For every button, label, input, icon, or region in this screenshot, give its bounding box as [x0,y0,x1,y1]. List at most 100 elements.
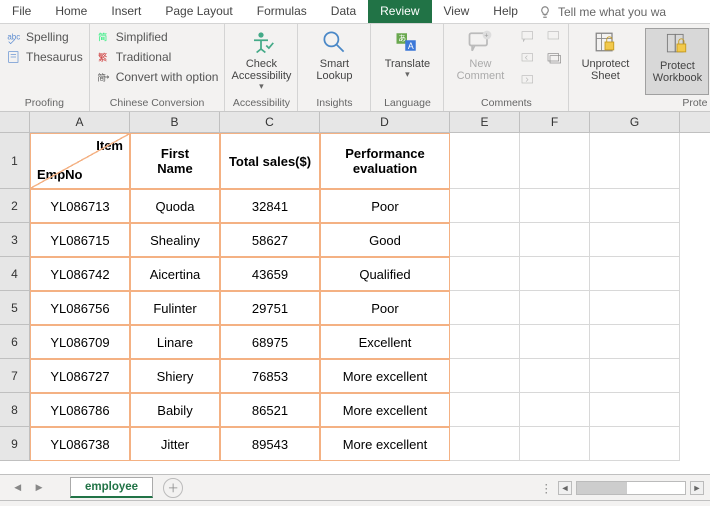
cell-f9[interactable] [520,427,590,461]
col-header-a[interactable]: A [30,112,130,132]
cell-a6[interactable]: YL086709 [30,325,130,359]
tab-split-handle[interactable]: ⋮ [541,481,553,495]
cell-g2[interactable] [590,189,680,223]
cell-e3[interactable] [450,223,520,257]
col-header-d[interactable]: D [320,112,450,132]
cell-d4[interactable]: Qualified [320,257,450,291]
row-header-4[interactable]: 4 [0,257,30,291]
row-header-7[interactable]: 7 [0,359,30,393]
col-header-c[interactable]: C [220,112,320,132]
cell-f6[interactable] [520,325,590,359]
cell-f8[interactable] [520,393,590,427]
cell-a8[interactable]: YL086786 [30,393,130,427]
scroll-thumb[interactable] [577,482,627,494]
row-header-9[interactable]: 9 [0,427,30,461]
col-header-f[interactable]: F [520,112,590,132]
cell-f2[interactable] [520,189,590,223]
menu-data[interactable]: Data [319,0,368,23]
comment-show-2[interactable] [546,50,562,68]
cell-d5[interactable]: Poor [320,291,450,325]
cell-g5[interactable] [590,291,680,325]
row-header-2[interactable]: 2 [0,189,30,223]
cell-b5[interactable]: Fulinter [130,291,220,325]
cell-d1[interactable]: Performance evaluation [320,133,450,189]
smart-lookup-button[interactable]: Smart Lookup [304,28,364,95]
cell-f3[interactable] [520,223,590,257]
scroll-left-icon[interactable]: ◄ [558,481,572,495]
cell-e2[interactable] [450,189,520,223]
cell-f5[interactable] [520,291,590,325]
cell-b3[interactable]: Shealiny [130,223,220,257]
translate-button[interactable]: あA Translate ▾ [377,28,437,95]
cell-a2[interactable]: YL086713 [30,189,130,223]
cell-b9[interactable]: Jitter [130,427,220,461]
cell-c4[interactable]: 43659 [220,257,320,291]
protect-workbook-button[interactable]: Protect Workbook [645,28,709,95]
cell-e9[interactable] [450,427,520,461]
cell-c9[interactable]: 89543 [220,427,320,461]
cell-e6[interactable] [450,325,520,359]
horizontal-scrollbar[interactable]: ◄ ► [558,481,710,495]
convert-option-button[interactable]: 简Convert with option [96,68,219,86]
cell-e1[interactable] [450,133,520,189]
row-header-3[interactable]: 3 [0,223,30,257]
simplified-button[interactable]: 简Simplified [96,28,219,46]
col-header-b[interactable]: B [130,112,220,132]
row-header-5[interactable]: 5 [0,291,30,325]
traditional-button[interactable]: 繁Traditional [96,48,219,66]
row-header-6[interactable]: 6 [0,325,30,359]
cell-a7[interactable]: YL086727 [30,359,130,393]
cell-d9[interactable]: More excellent [320,427,450,461]
menu-view[interactable]: View [432,0,482,23]
menu-insert[interactable]: Insert [99,0,153,23]
cell-b6[interactable]: Linare [130,325,220,359]
cell-g6[interactable] [590,325,680,359]
cell-d6[interactable]: Excellent [320,325,450,359]
cell-b1[interactable]: First Name [130,133,220,189]
cell-f4[interactable] [520,257,590,291]
col-header-e[interactable]: E [450,112,520,132]
col-header-g[interactable]: G [590,112,680,132]
cell-d8[interactable]: More excellent [320,393,450,427]
cell-b4[interactable]: Aicertina [130,257,220,291]
sheet-tab-employee[interactable]: employee [70,477,153,498]
cell-b2[interactable]: Quoda [130,189,220,223]
unprotect-sheet-button[interactable]: Unprotect Sheet [575,28,635,95]
scroll-right-icon[interactable]: ► [690,481,704,495]
tell-me-search[interactable]: Tell me what you wa [530,0,674,23]
cell-e8[interactable] [450,393,520,427]
cell-g4[interactable] [590,257,680,291]
select-all-corner[interactable] [0,112,30,132]
menu-page-layout[interactable]: Page Layout [153,0,244,23]
cell-d7[interactable]: More excellent [320,359,450,393]
cell-g7[interactable] [590,359,680,393]
row-header-1[interactable]: 1 [0,133,30,189]
cell-c6[interactable]: 68975 [220,325,320,359]
cell-f1[interactable] [520,133,590,189]
cell-b8[interactable]: Babily [130,393,220,427]
cell-e5[interactable] [450,291,520,325]
cell-c1[interactable]: Total sales($) [220,133,320,189]
cell-a4[interactable]: YL086742 [30,257,130,291]
cell-c3[interactable]: 58627 [220,223,320,257]
cell-c8[interactable]: 86521 [220,393,320,427]
cell-a9[interactable]: YL086738 [30,427,130,461]
tab-nav-arrows[interactable]: ◄► [0,482,70,494]
cell-d3[interactable]: Good [320,223,450,257]
cell-g8[interactable] [590,393,680,427]
menu-file[interactable]: File [0,0,43,23]
cell-f7[interactable] [520,359,590,393]
cell-e4[interactable] [450,257,520,291]
row-header-8[interactable]: 8 [0,393,30,427]
cell-g1[interactable] [590,133,680,189]
menu-review[interactable]: Review [368,0,431,23]
cell-c5[interactable]: 29751 [220,291,320,325]
menu-home[interactable]: Home [43,0,99,23]
cell-a5[interactable]: YL086756 [30,291,130,325]
cell-g9[interactable] [590,427,680,461]
cell-a1[interactable]: Item EmpNo [30,133,130,189]
add-sheet-button[interactable]: ＋ [163,478,183,498]
cell-a3[interactable]: YL086715 [30,223,130,257]
cell-e7[interactable] [450,359,520,393]
spelling-button[interactable]: abcSpelling [6,28,83,46]
